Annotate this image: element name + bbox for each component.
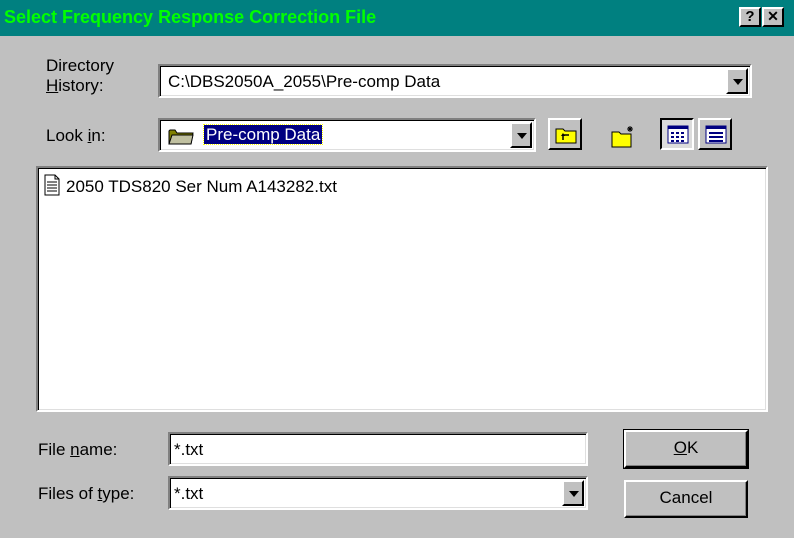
- file-type-value: *.txt: [174, 484, 204, 503]
- help-button[interactable]: ?: [739, 7, 761, 27]
- list-view-button[interactable]: [660, 118, 694, 150]
- file-type-dropdown-button[interactable]: [562, 480, 584, 506]
- file-type-select[interactable]: *.txt: [168, 476, 588, 510]
- look-in-value: Pre-comp Data: [202, 124, 324, 145]
- title-bar[interactable]: Select Frequency Response Correction Fil…: [0, 0, 794, 36]
- directory-history-label: Directory History:: [46, 56, 115, 95]
- file-dialog: Select Frequency Response Correction Fil…: [0, 0, 794, 538]
- dialog-title: Select Frequency Response Correction Fil…: [4, 7, 377, 27]
- file-name-value: *.txt: [174, 440, 204, 459]
- directory-history-dropdown-button[interactable]: [726, 68, 748, 94]
- directory-history-combo[interactable]: C:\DBS2050A_2055\Pre-comp Data: [158, 64, 752, 98]
- list-item[interactable]: 2050 TDS820 Ser Num A143282.txt: [44, 174, 337, 201]
- file-list[interactable]: 2050 TDS820 Ser Num A143282.txt: [36, 166, 768, 412]
- file-name-input[interactable]: *.txt: [168, 432, 588, 466]
- up-one-level-button[interactable]: [548, 118, 582, 150]
- file-name-text: 2050 TDS820 Ser Num A143282.txt: [66, 177, 337, 196]
- cancel-button[interactable]: Cancel: [624, 480, 748, 518]
- folder-icon: [168, 127, 194, 150]
- file-name-label: File name:: [38, 440, 118, 459]
- ok-button[interactable]: OK: [623, 429, 749, 469]
- close-icon: ✕: [767, 8, 779, 24]
- file-type-label: Files of type:: [38, 484, 135, 503]
- directory-history-value: C:\DBS2050A_2055\Pre-comp Data: [168, 72, 441, 91]
- details-view-button[interactable]: [698, 118, 732, 150]
- look-in-label: Look in:: [46, 126, 106, 145]
- create-new-folder-button[interactable]: [604, 118, 638, 150]
- text-file-icon: [44, 174, 60, 201]
- look-in-dropdown-button[interactable]: [510, 122, 532, 148]
- close-button[interactable]: ✕: [762, 7, 784, 27]
- look-in-combo[interactable]: Pre-comp Data: [158, 118, 536, 152]
